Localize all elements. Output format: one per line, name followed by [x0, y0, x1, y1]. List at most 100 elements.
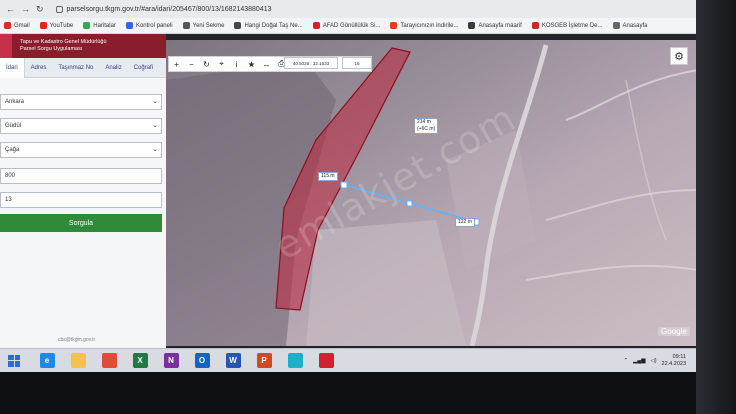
query-tabs: İdari Adres Taşınmaz No Analiz Coğrafi	[0, 57, 166, 78]
province-value: Ankara	[5, 99, 25, 105]
system-tray: ⌃ ▂▄▆ ◁) 09:11 22.4.2023	[624, 354, 701, 368]
neighborhood-value: Çağa	[5, 147, 20, 153]
bookmark-item[interactable]: Yeni Sekme	[182, 22, 225, 29]
bookmark-icon	[612, 22, 620, 29]
block-value: 800	[5, 173, 16, 179]
edge-button[interactable]	[283, 349, 307, 373]
distance-label: 122 m	[455, 218, 475, 227]
bookmark-icon	[182, 22, 190, 29]
bookmark-label: AFAD Gönüllülük Si...	[322, 22, 381, 29]
bookmark-item[interactable]: Kontrol paneli	[125, 22, 173, 29]
zoom-readout: 16	[342, 57, 372, 69]
reload-icon[interactable]: ↻	[36, 4, 44, 15]
neighborhood-select[interactable]: Çağa ⌄	[0, 142, 162, 158]
locate-icon[interactable]: ⌖	[214, 57, 229, 71]
query-button[interactable]: Sorgula	[0, 214, 162, 232]
forward-icon[interactable]: →	[21, 4, 30, 14]
clock[interactable]: 09:11 22.4.2023	[662, 354, 686, 368]
bookmark-item[interactable]: Anasayfa	[612, 22, 648, 29]
menu-badge[interactable]	[0, 34, 12, 58]
zoom-out-icon[interactable]: −	[184, 57, 199, 71]
chevron-down-icon: ⌄	[152, 146, 158, 153]
back-icon[interactable]: ←	[6, 4, 15, 14]
bookmark-item[interactable]: Tarayıcınızın indirile...	[390, 22, 458, 29]
query-panel: İdari Adres Taşınmaz No Analiz Coğrafi Ankar…	[0, 57, 166, 348]
bookmark-label: Anasayfa maarif	[478, 22, 522, 29]
network-icon[interactable]: ▂▄▆	[633, 358, 645, 364]
tab-co-rafi[interactable]: Coğrafi	[128, 65, 159, 71]
bookmark-item[interactable]: Gmail	[4, 22, 30, 29]
file-explorer-icon	[70, 353, 86, 368]
excel-icon: X	[132, 353, 148, 368]
measure-icon[interactable]: ↔	[259, 57, 274, 71]
parcel-number-label: 115.m	[318, 172, 338, 181]
clock-time: 09:11	[672, 353, 686, 360]
zoom-in-icon[interactable]: +	[169, 57, 184, 71]
bookmark-item[interactable]: Haritalar	[83, 22, 116, 29]
taskbar: e XNOWP ⌃ ▂▄▆ ◁) 09:11 22.4.2023	[0, 348, 700, 372]
bookmarks-bar: Gmail YouTube Haritalar Kontrol paneli Yeni …	[0, 18, 700, 34]
chevron-up-icon[interactable]: ⌃	[624, 358, 629, 364]
star-icon[interactable]: ★	[244, 57, 259, 71]
internet-explorer-icon: e	[39, 353, 55, 368]
bookmark-item[interactable]: Anasayfa maarif	[468, 22, 522, 29]
address-bar[interactable]: ← → ↻ parselsorgu.tkgm.gov.tr/#ara/idari…	[0, 0, 700, 18]
bookmark-icon	[39, 22, 47, 29]
word-button[interactable]: W	[221, 349, 245, 373]
volume-icon[interactable]: ◁)	[650, 358, 656, 364]
province-select[interactable]: Ankara ⌄	[0, 94, 162, 110]
edge-icon	[287, 353, 303, 368]
url-text[interactable]: parselsorgu.tkgm.gov.tr/#ara/idari/20546…	[67, 6, 272, 13]
parcel-input[interactable]: 13	[0, 192, 162, 208]
chrome-icon	[101, 353, 117, 368]
lock-icon	[55, 5, 63, 13]
clock-date: 22.4.2023	[661, 360, 686, 367]
chevron-down-icon: ⌄	[152, 98, 158, 105]
header-title: Tapu ve Kadastro Genel Müdürlüğü	[20, 39, 107, 45]
outlook-icon: O	[194, 353, 210, 368]
powerpoint-button[interactable]: P	[252, 349, 276, 373]
bookmark-item[interactable]: Hangi Doğal Taş Ne...	[234, 22, 303, 29]
bookmark-item[interactable]: AFAD Gönüllülük Si...	[312, 22, 381, 29]
bookmark-label: YouTube	[49, 22, 74, 29]
bookmark-label: Hangi Doğal Taş Ne...	[244, 22, 303, 29]
bookmark-icon	[234, 22, 242, 29]
opera-button[interactable]	[314, 349, 338, 373]
contact-email[interactable]: cbs@tkgm.gov.tr	[58, 337, 95, 343]
gear-icon[interactable]: ⚙	[670, 47, 688, 65]
start-button[interactable]	[0, 349, 28, 373]
satellite-map[interactable]	[166, 40, 698, 346]
tab-analiz[interactable]: Analiz	[99, 65, 127, 71]
app-header: Tapu ve Kadastro Genel Müdürlüğü Parsel …	[0, 34, 166, 58]
excel-button[interactable]: X	[128, 349, 152, 373]
bookmark-icon	[4, 22, 11, 29]
district-select[interactable]: Güdül ⌄	[0, 118, 162, 134]
word-icon: W	[225, 353, 241, 368]
bookmark-icon	[83, 22, 91, 29]
coordinate-readout: 40.5026 : 32.1633	[284, 57, 338, 69]
onenote-icon: N	[163, 353, 179, 368]
refresh-icon[interactable]: ↻	[199, 57, 214, 71]
bookmark-item[interactable]: YouTube	[39, 22, 74, 29]
file-explorer-button[interactable]	[66, 349, 90, 373]
chrome-button[interactable]	[97, 349, 121, 373]
bookmark-label: Anasayfa	[622, 22, 648, 29]
block-input[interactable]: 800	[0, 168, 162, 184]
powerpoint-icon: P	[256, 353, 272, 368]
bookmark-label: KOSGEB İşletme De...	[541, 22, 603, 29]
internet-explorer-button[interactable]: e	[35, 349, 59, 373]
onenote-button[interactable]: N	[159, 349, 183, 373]
tab-adres[interactable]: Adres	[25, 65, 53, 71]
bookmark-icon	[531, 22, 539, 29]
tab-i-dari[interactable]: İdari	[0, 57, 25, 78]
bookmark-icon	[125, 22, 133, 29]
area-label: 214 m (+6C m)	[414, 118, 439, 134]
screen: ← → ↻ parselsorgu.tkgm.gov.tr/#ara/idari…	[0, 0, 736, 414]
outlook-button[interactable]: O	[190, 349, 214, 373]
bookmark-label: Yeni Sekme	[192, 22, 225, 29]
map-imagery	[166, 40, 698, 346]
tab-ta-nmaz-no[interactable]: Taşınmaz No	[52, 65, 99, 71]
bookmark-label: Haritalar	[93, 22, 116, 29]
bookmark-item[interactable]: KOSGEB İşletme De...	[531, 22, 603, 29]
info-icon[interactable]: i	[229, 57, 244, 71]
